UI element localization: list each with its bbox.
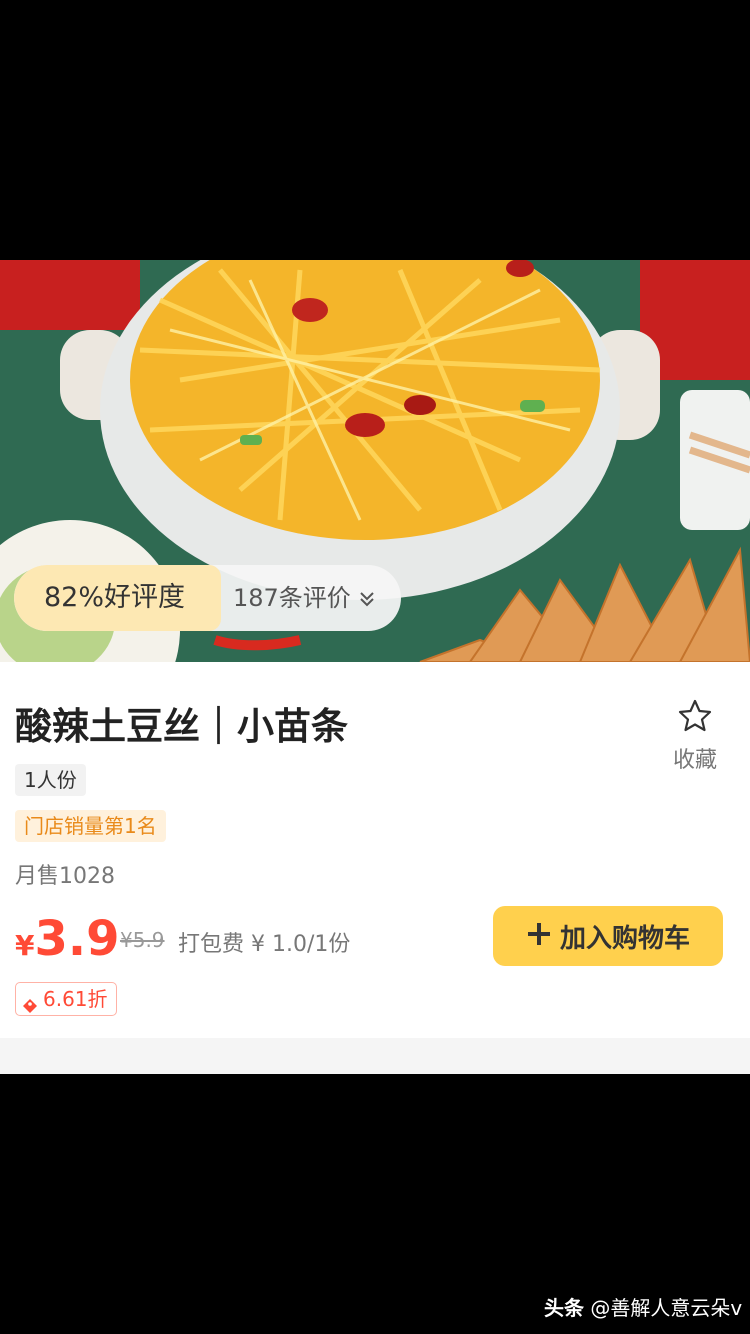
original-price: ¥5.9 [120,928,165,952]
rating-pill[interactable]: 82%好评度 187条评价 [14,565,401,631]
review-count[interactable]: 187条评价 [233,565,376,631]
discount-badge: 6.61折 [15,982,117,1016]
watermark-author: @善解人意云朵v [590,1296,743,1320]
discount-label: 6.61折 [43,987,108,1011]
review-count-label: 187条评价 [233,584,351,612]
favorite-label: 收藏 [672,748,717,773]
packing-fee: 打包费 ¥ 1.0/1份 [178,932,351,957]
monthly-sales: 月售1028 [15,864,115,889]
section-divider [0,1038,750,1074]
chevron-down-icon [358,584,376,612]
price-value: 3.9 [34,911,120,967]
add-to-cart-label: 加入购物车 [559,923,690,954]
current-price: ¥3.9 [15,911,120,967]
price-tag-icon [22,991,38,1013]
sales-rank-tag: 门店销量第1名 [15,810,166,842]
price-currency: ¥ [15,929,35,962]
star-icon [677,699,713,738]
serving-tag: 1人份 [15,764,86,796]
add-to-cart-button[interactable]: 加入购物车 [493,906,723,966]
watermark: 头条 @善解人意云朵v [544,1292,742,1321]
positive-rating: 82%好评度 [14,565,221,631]
product-title: 酸辣土豆丝｜小苗条 [15,705,348,748]
watermark-platform: 头条 [544,1296,584,1320]
plus-icon [526,920,552,952]
favorite-button[interactable]: 收藏 [668,698,722,774]
